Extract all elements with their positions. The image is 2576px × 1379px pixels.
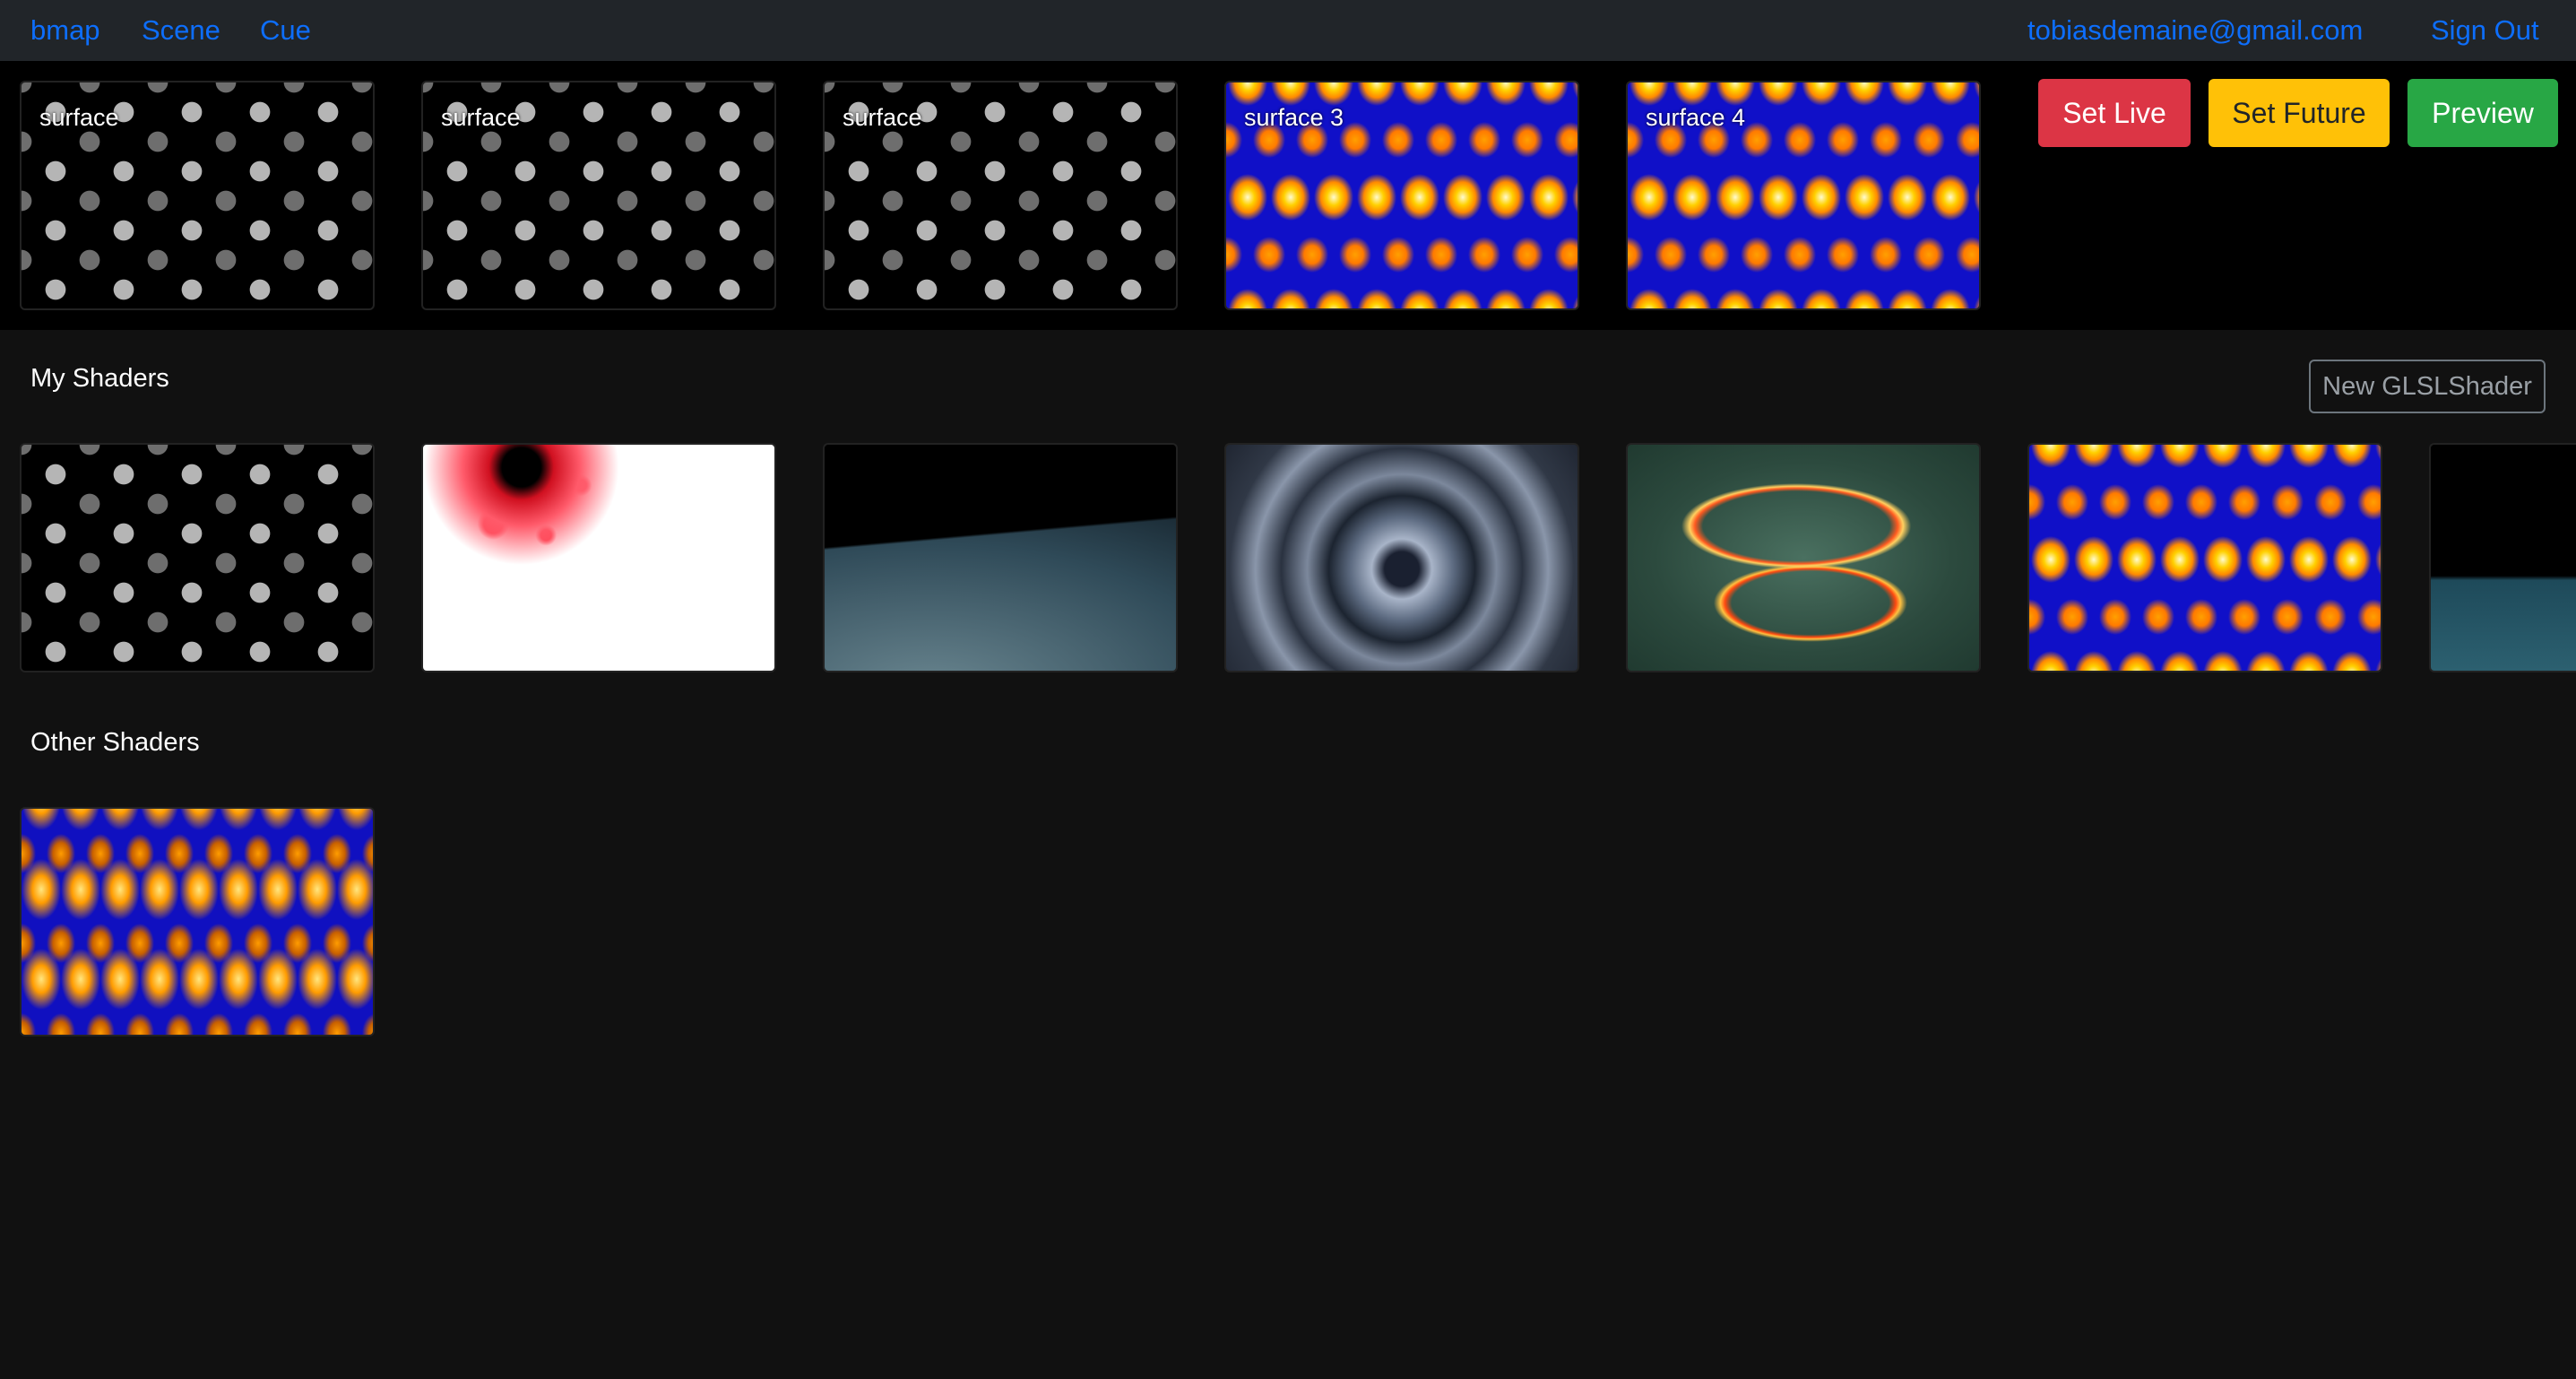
surface-label: surface	[39, 104, 119, 131]
shader-thumbnail[interactable]	[20, 443, 375, 672]
set-future-button[interactable]: Set Future	[2209, 79, 2390, 147]
surface-tile[interactable]: surface 3	[1224, 81, 1579, 310]
shader-thumbnail[interactable]	[1224, 443, 1579, 672]
shader-thumbnail[interactable]	[823, 443, 1178, 672]
nav-cue-link[interactable]: Cue	[260, 13, 311, 48]
shader-thumbnail[interactable]	[421, 443, 776, 672]
user-email-link[interactable]: tobiasdemaine@gmail.com	[2027, 13, 2363, 48]
shader-thumbnail[interactable]	[2429, 443, 2576, 672]
shader-thumbnail[interactable]	[2027, 443, 2382, 672]
sign-out-link[interactable]: Sign Out	[2431, 13, 2539, 48]
surface-label: surface	[441, 104, 521, 131]
surface-label: surface 4	[1646, 104, 1746, 131]
my-shaders-heading: My Shaders	[30, 364, 169, 393]
shader-thumbnail[interactable]	[20, 807, 375, 1036]
brand-link[interactable]: bmap	[30, 13, 100, 48]
preview-button[interactable]: Preview	[2407, 79, 2558, 147]
new-glsl-shader-button[interactable]: New GLSLShader	[2309, 360, 2546, 413]
shader-thumbnail[interactable]	[1626, 443, 1981, 672]
surface-tile[interactable]: surface	[823, 81, 1178, 310]
surface-tile[interactable]: surface 4	[1626, 81, 1981, 310]
top-navbar: bmap Scene Cue tobiasdemaine@gmail.com S…	[0, 0, 2576, 61]
set-live-button[interactable]: Set Live	[2038, 79, 2191, 147]
surface-label: surface	[843, 104, 922, 131]
nav-scene-link[interactable]: Scene	[142, 13, 220, 48]
surface-tile[interactable]: surface	[20, 81, 375, 310]
surface-tile[interactable]: surface	[421, 81, 776, 310]
surface-label: surface 3	[1244, 104, 1344, 131]
other-shaders-heading: Other Shaders	[30, 728, 200, 757]
